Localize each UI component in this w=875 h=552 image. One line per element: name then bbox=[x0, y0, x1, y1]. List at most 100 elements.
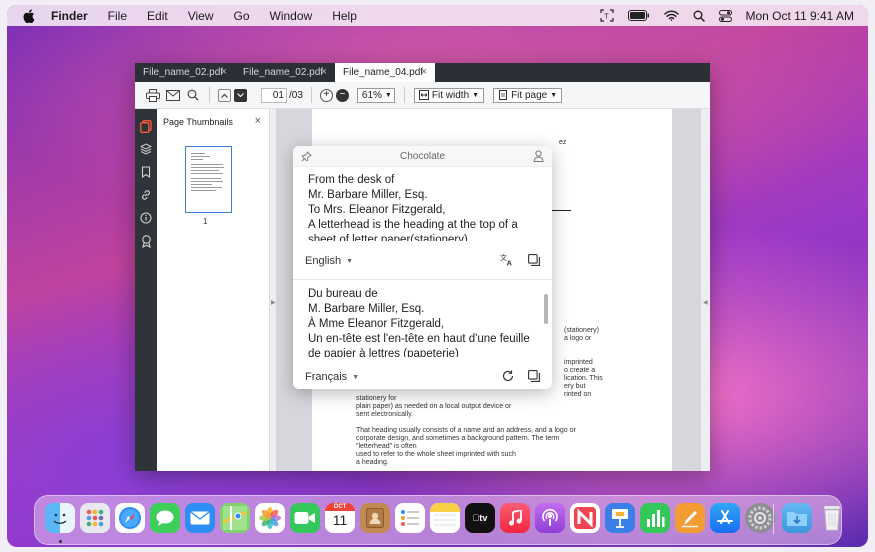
launchpad-icon[interactable] bbox=[80, 503, 110, 533]
translated-text: Du bureau de M. Barbare Miller, Esq. À M… bbox=[308, 288, 530, 357]
reminders-icon[interactable] bbox=[395, 503, 425, 533]
left-sidebar-rail bbox=[135, 109, 157, 471]
news-icon[interactable] bbox=[570, 503, 600, 533]
fit-width-label: Fit width bbox=[431, 89, 470, 101]
apple-tv-icon[interactable]: tv bbox=[465, 503, 495, 533]
caret-down-icon[interactable]: ▼ bbox=[352, 374, 359, 381]
safari-icon[interactable] bbox=[115, 503, 145, 533]
thumbnails-icon[interactable] bbox=[139, 119, 153, 133]
target-language-row: Français ▼ bbox=[305, 369, 540, 385]
trash-icon[interactable] bbox=[817, 503, 847, 533]
zoom-select[interactable]: 61% ▼ bbox=[356, 87, 395, 103]
tab-file-2[interactable]: File_name_02.pdf × bbox=[235, 63, 335, 82]
doc-text-fragment: ez bbox=[559, 139, 567, 146]
dock: OCT 11 tv bbox=[34, 495, 842, 545]
refresh-icon[interactable] bbox=[502, 370, 514, 385]
control-center-icon[interactable] bbox=[718, 9, 732, 22]
bookmark-icon[interactable] bbox=[139, 165, 153, 179]
doc-right-fragments: (stationery) a logo or imprinted o creat… bbox=[564, 327, 603, 398]
menu-window[interactable]: Window bbox=[270, 9, 313, 23]
close-tab-icon[interactable]: × bbox=[321, 66, 327, 78]
target-language-select[interactable]: Français bbox=[305, 371, 347, 383]
link-icon[interactable] bbox=[139, 188, 153, 202]
messages-icon[interactable] bbox=[150, 503, 180, 533]
wifi-icon[interactable] bbox=[663, 10, 679, 21]
menu-view[interactable]: View bbox=[188, 9, 214, 23]
tab-bar: File_name_02.pdf × File_name_02.pdf × Fi… bbox=[135, 63, 710, 82]
next-page-button[interactable] bbox=[234, 88, 247, 102]
page-number-input[interactable]: 01 bbox=[261, 87, 287, 103]
menu-go[interactable]: Go bbox=[234, 9, 250, 23]
running-indicator bbox=[59, 540, 62, 543]
tab-label: File_name_02.pdf bbox=[143, 67, 224, 78]
maps-icon[interactable] bbox=[220, 503, 250, 533]
doc-body-text: stationery for plain paper) as needed on… bbox=[356, 395, 576, 466]
battery-icon[interactable] bbox=[627, 10, 650, 21]
mail-app-icon[interactable] bbox=[185, 503, 215, 533]
fit-page-button[interactable]: Fit page ▼ bbox=[493, 87, 563, 103]
close-tab-icon[interactable]: × bbox=[221, 66, 227, 78]
source-language-select[interactable]: English bbox=[305, 255, 341, 267]
page-thumbnail[interactable] bbox=[185, 146, 232, 213]
layers-icon[interactable] bbox=[139, 142, 153, 156]
text-recognition-icon[interactable]: T bbox=[599, 9, 614, 22]
caret-left-icon: ◀ bbox=[703, 300, 708, 306]
calendar-icon[interactable]: OCT 11 bbox=[325, 503, 355, 533]
info-icon[interactable] bbox=[139, 211, 153, 225]
apple-icon[interactable] bbox=[23, 8, 37, 23]
music-icon[interactable] bbox=[500, 503, 530, 533]
user-icon[interactable] bbox=[533, 150, 544, 165]
numbers-icon[interactable] bbox=[640, 503, 670, 533]
svg-text:T: T bbox=[604, 14, 609, 21]
toolbar-divider bbox=[403, 87, 405, 103]
toolbar: 01 /03 + − 61% ▼ Fit width ▼ Fit page ▼ bbox=[135, 82, 710, 109]
translate-icon[interactable]: 文A bbox=[500, 253, 514, 269]
panel-title: Page Thumbnails bbox=[163, 117, 233, 127]
spotlight-search-icon[interactable] bbox=[693, 10, 705, 22]
zoom-in-button[interactable]: + bbox=[319, 88, 333, 102]
pages-icon[interactable] bbox=[675, 503, 705, 533]
fit-width-button[interactable]: Fit width ▼ bbox=[413, 87, 485, 103]
badge-icon[interactable] bbox=[139, 234, 153, 248]
downloads-folder-icon[interactable] bbox=[782, 503, 812, 533]
finder-icon[interactable] bbox=[45, 503, 75, 533]
menu-clock[interactable]: Mon Oct 11 9:41 AM bbox=[746, 9, 855, 23]
page-total: /03 bbox=[289, 89, 303, 101]
menu-finder[interactable]: Finder bbox=[51, 9, 88, 23]
copy-icon[interactable] bbox=[528, 253, 540, 269]
mail-icon[interactable] bbox=[165, 87, 181, 103]
menu-edit[interactable]: Edit bbox=[147, 9, 168, 23]
app-store-icon[interactable] bbox=[710, 503, 740, 533]
zoom-out-button[interactable]: − bbox=[335, 88, 349, 102]
desktop: Finder File Edit View Go Window Help T M… bbox=[7, 5, 868, 547]
podcasts-icon[interactable] bbox=[535, 503, 565, 533]
photos-icon[interactable] bbox=[255, 503, 285, 533]
contacts-icon[interactable] bbox=[360, 503, 390, 533]
close-tab-icon[interactable]: × bbox=[421, 66, 427, 78]
keynote-icon[interactable] bbox=[605, 503, 635, 533]
notes-icon[interactable] bbox=[430, 503, 460, 533]
fit-page-label: Fit page bbox=[511, 89, 548, 101]
search-icon[interactable] bbox=[185, 87, 201, 103]
caret-down-icon: ▼ bbox=[550, 91, 558, 99]
copy-icon[interactable] bbox=[528, 369, 540, 385]
menu-file[interactable]: File bbox=[108, 9, 127, 23]
tab-file-3[interactable]: File_name_04.pdf × bbox=[335, 63, 435, 82]
tv-text: tv bbox=[475, 513, 487, 523]
print-icon[interactable] bbox=[145, 87, 161, 103]
source-text[interactable]: From the desk of Mr. Barbare Miller, Esq… bbox=[308, 173, 536, 241]
menu-help[interactable]: Help bbox=[332, 9, 357, 23]
page-thumbnails-panel: Page Thumbnails × 1 bbox=[157, 109, 270, 471]
facetime-icon[interactable] bbox=[290, 503, 320, 533]
toolbar-divider bbox=[310, 87, 312, 103]
popup-header: Chocolate bbox=[293, 146, 552, 167]
right-collapse-handle[interactable]: ◀ bbox=[701, 109, 710, 471]
popup-title: Chocolate bbox=[399, 151, 446, 162]
caret-down-icon[interactable]: ▼ bbox=[346, 258, 353, 265]
close-panel-icon[interactable]: × bbox=[255, 115, 261, 127]
fit-page-icon bbox=[499, 90, 508, 100]
previous-page-button[interactable] bbox=[218, 88, 231, 102]
system-preferences-icon[interactable] bbox=[745, 503, 775, 533]
tab-file-1[interactable]: File_name_02.pdf × bbox=[135, 63, 235, 82]
popup-scrollbar[interactable] bbox=[544, 294, 548, 324]
